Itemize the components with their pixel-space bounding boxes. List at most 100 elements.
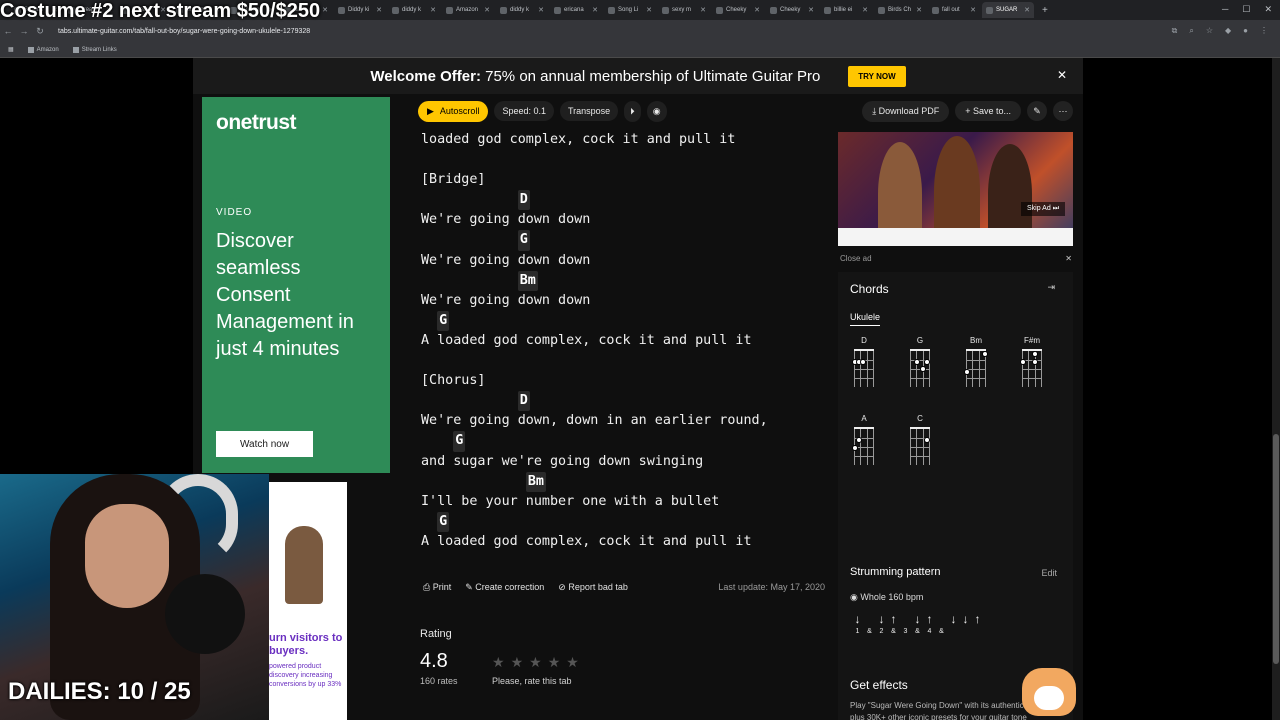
browser-tab[interactable]: Birds Ch ✕	[874, 2, 926, 18]
browser-tab[interactable]: fall out ✕	[928, 2, 980, 18]
tab-close-icon[interactable]: ✕	[862, 6, 868, 14]
browser-tab[interactable]: SUGAR ✕	[982, 2, 1034, 18]
browser-tab[interactable]: diddy k ✕	[388, 2, 440, 18]
star-icon[interactable]: ★	[566, 654, 579, 671]
tab-label: diddy k	[402, 7, 422, 13]
chord-diagram[interactable]: Bm	[962, 336, 990, 387]
browser-tab[interactable]: Song Li ✕	[604, 2, 656, 18]
chord-diagram[interactable]: G	[906, 336, 934, 387]
tab-close-icon[interactable]: ✕	[322, 6, 328, 14]
url-field[interactable]: tabs.ultimate-guitar.com/tab/fall-out-bo…	[58, 28, 1172, 35]
chord-diagram[interactable]: D	[850, 336, 878, 387]
tab-close-icon[interactable]: ✕	[700, 6, 706, 14]
chord-diagram[interactable]: C	[906, 414, 934, 465]
fret-line	[1022, 378, 1042, 379]
browser-tab[interactable]: ericana ✕	[550, 2, 602, 18]
tab-close-icon[interactable]: ✕	[592, 6, 598, 14]
bookmark-star-icon[interactable]: ☆	[1206, 26, 1213, 36]
chord-line: Bm	[421, 270, 841, 291]
close-window-icon[interactable]: ✕	[1264, 4, 1272, 15]
forward-icon[interactable]: →	[16, 26, 32, 36]
speed-button[interactable]: Speed: 0.1	[494, 101, 554, 121]
chord-label[interactable]: D	[517, 190, 530, 211]
collapse-icon[interactable]: ⇥	[1047, 282, 1055, 293]
chord-label[interactable]: G	[453, 431, 466, 452]
finger-dot	[924, 359, 930, 365]
chord-label[interactable]: G	[517, 230, 530, 251]
maximize-icon[interactable]: ☐	[1242, 4, 1250, 15]
tab-close-icon[interactable]: ✕	[538, 6, 544, 14]
scrollbar-thumb[interactable]	[1273, 434, 1279, 664]
try-now-button[interactable]: TRY NOW	[848, 65, 906, 87]
star-icon[interactable]: ★	[529, 654, 542, 671]
zoom-icon[interactable]: ⌕	[1189, 26, 1193, 36]
tab-close-icon[interactable]: ✕	[376, 6, 382, 14]
correction-label: Create correction	[475, 581, 545, 592]
browser-tab[interactable]: Cheeky ✕	[766, 2, 818, 18]
strumming-edit-button[interactable]: Edit	[1041, 568, 1057, 578]
browser-tab[interactable]: Diddy ki ✕	[334, 2, 386, 18]
watch-now-button[interactable]: Watch now	[216, 431, 313, 457]
chord-label[interactable]: G	[437, 511, 450, 532]
favicon-icon	[878, 6, 885, 14]
minimize-icon[interactable]: ─	[1222, 4, 1228, 15]
chord-diagram[interactable]: F#m	[1018, 336, 1046, 387]
extensions-icon[interactable]: ◆	[1225, 26, 1231, 36]
download-pdf-button[interactable]: ⤓ Download PDF	[862, 100, 950, 122]
close-icon[interactable]: ✕	[1065, 254, 1072, 263]
apps-icon[interactable]: ▦	[8, 46, 14, 53]
browser-tab[interactable]: diddy k ✕	[496, 2, 548, 18]
close-ad-link[interactable]: Close ad	[840, 254, 872, 263]
browser-tab[interactable]: billie ei ✕	[820, 2, 872, 18]
strum-arrow: ↑	[974, 612, 981, 626]
new-tab-icon[interactable]: +	[1042, 5, 1048, 16]
reload-icon[interactable]: ↻	[32, 26, 48, 37]
chord-label[interactable]: G	[437, 310, 450, 331]
secondary-ad[interactable]: urn visitors to buyers. powered product …	[269, 482, 347, 720]
bookmark-amazon[interactable]: Amazon	[27, 46, 59, 53]
tab-close-icon[interactable]: ✕	[484, 6, 490, 14]
autoscroll-button[interactable]: ▶ Autoscroll	[418, 100, 489, 122]
tab-close-icon[interactable]: ✕	[916, 6, 922, 14]
tab-close-icon[interactable]: ✕	[808, 6, 814, 14]
close-ad-row: Close ad ✕	[840, 254, 1072, 263]
chord-label[interactable]: Bm	[525, 471, 546, 492]
video-ad[interactable]: Skip Ad ⏭	[838, 132, 1073, 246]
tab-ukulele[interactable]: Ukulele	[850, 312, 881, 326]
play-circle-icon[interactable]: ◉	[850, 592, 860, 602]
chord-diagram[interactable]: A	[850, 414, 878, 465]
onetrust-ad[interactable]: onetrust VIDEO Discover seamless Consent…	[202, 97, 390, 473]
browser-tab[interactable]: Cheeky ✕	[712, 2, 764, 18]
save-to-button[interactable]: + Save to...	[955, 101, 1021, 121]
profile-icon[interactable]: ●	[1243, 26, 1248, 36]
create-correction-button[interactable]: ✎ Create correction	[465, 582, 544, 593]
tab-close-icon[interactable]: ✕	[754, 6, 760, 14]
tab-close-icon[interactable]: ✕	[646, 6, 652, 14]
star-icon[interactable]: ★	[548, 654, 561, 671]
tab-close-icon[interactable]: ✕	[430, 6, 436, 14]
chord-label[interactable]: D	[517, 391, 530, 412]
tab-close-icon[interactable]: ✕	[1024, 6, 1030, 14]
more-options-icon[interactable]: ⋯	[1053, 101, 1073, 121]
chord-label[interactable]: Bm	[517, 270, 538, 291]
menu-icon[interactable]: ⋮	[1260, 26, 1268, 36]
browser-tab[interactable]: sexy m ✕	[658, 2, 710, 18]
skip-ad-button[interactable]: Skip Ad ⏭	[1020, 202, 1065, 216]
back-icon[interactable]: ←	[0, 26, 16, 36]
close-icon[interactable]: ✕	[1057, 68, 1067, 82]
bookmark-stream-links[interactable]: Stream Links	[72, 46, 117, 53]
install-icon[interactable]: ⧉	[1172, 26, 1178, 36]
report-bad-tab-button[interactable]: ⊘ Report bad tab	[558, 582, 628, 593]
star-icon[interactable]: ★	[492, 654, 505, 671]
page-scrollbar[interactable]	[1272, 58, 1280, 720]
browser-tab[interactable]: Amazon ✕	[442, 2, 494, 18]
print-button[interactable]: ⎙ Print	[423, 582, 451, 593]
edit-icon[interactable]: ✎	[1027, 101, 1047, 121]
transpose-button[interactable]: Transpose	[559, 101, 619, 121]
lyric-blank-line	[421, 351, 841, 371]
star-icon[interactable]: ★	[511, 654, 524, 671]
tab-close-icon[interactable]: ✕	[970, 6, 976, 14]
chord-name: Bm	[970, 336, 982, 345]
settings-dot-icon[interactable]: ◉	[646, 100, 667, 122]
more-controls-icon[interactable]: ⏵	[624, 100, 641, 122]
